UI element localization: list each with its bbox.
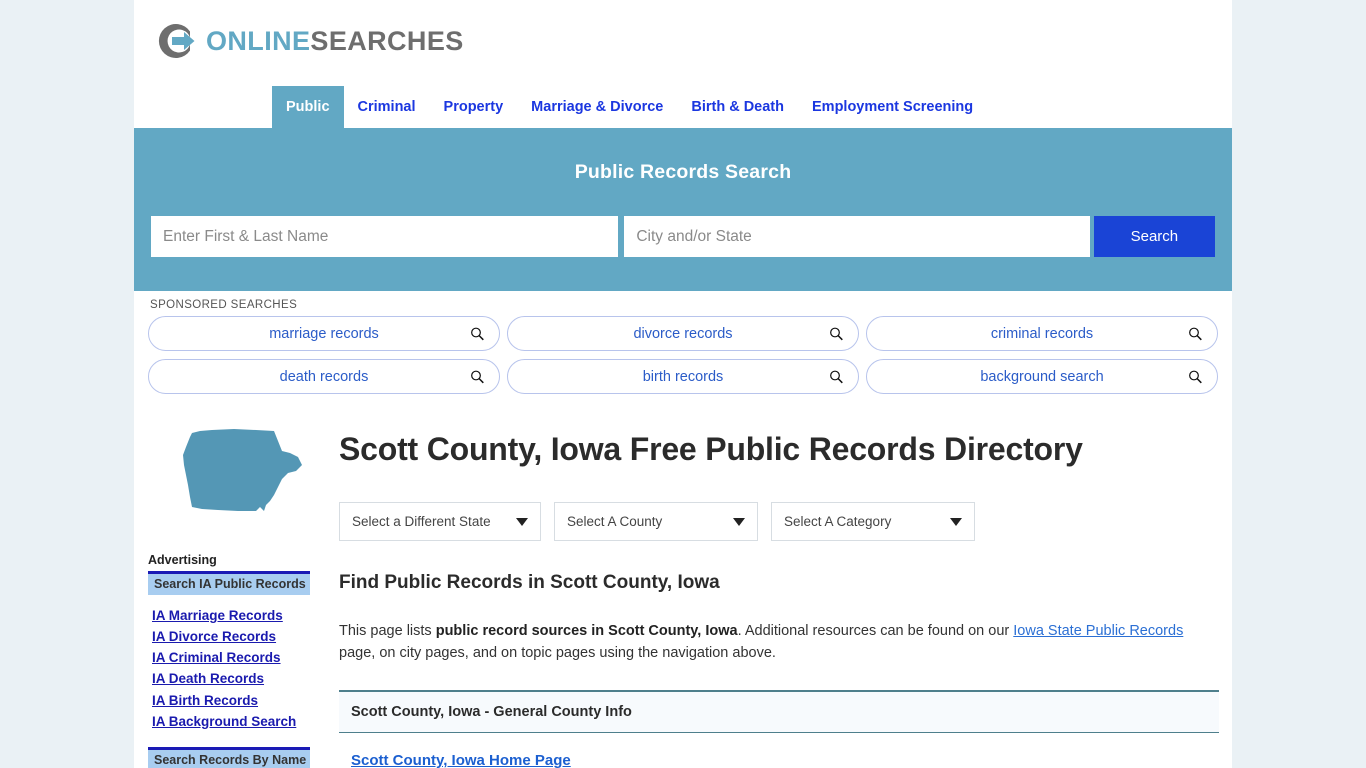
sidebar-item-ia-divorce-records[interactable]: IA Divorce Records <box>152 627 310 646</box>
sidebar-item-ia-marriage-records[interactable]: IA Marriage Records <box>152 606 310 625</box>
filter-dropdowns: Select a Different State Select A County… <box>339 502 975 541</box>
county-select-value: Select A County <box>567 514 663 529</box>
page-root: ONLINESEARCHES Public Criminal Property … <box>0 0 1366 768</box>
location-search-input[interactable] <box>624 216 1090 257</box>
site-logo[interactable]: ONLINESEARCHES <box>154 18 464 64</box>
sponsored-pill-marriage-records[interactable]: marriage records <box>148 316 500 351</box>
name-search-input[interactable] <box>151 216 619 257</box>
content-container: ONLINESEARCHES Public Criminal Property … <box>134 0 1232 768</box>
sidebar-item-ia-background-search[interactable]: IA Background Search <box>152 712 310 731</box>
iowa-state-public-records-link[interactable]: Iowa State Public Records <box>1013 623 1183 639</box>
sponsored-pill-label: birth records <box>642 368 724 385</box>
sponsored-pill-birth-records[interactable]: birth records <box>507 359 859 394</box>
iowa-state-outline-icon <box>183 429 302 511</box>
advertising-sidebar: Advertising Search IA Public Records IA … <box>148 553 310 768</box>
sponsored-pill-criminal-records[interactable]: criminal records <box>866 316 1218 351</box>
chevron-down-icon <box>516 517 528 526</box>
sidebar-link-list: IA Marriage Records IA Divorce Records I… <box>148 606 310 731</box>
sidebar-header-search-records-by-name: Search Records By Name <box>148 746 310 768</box>
result-link-county-home-page[interactable]: Scott County, Iowa Home Page <box>339 752 571 768</box>
sponsored-pill-label: criminal records <box>990 325 1094 342</box>
chevron-down-icon <box>733 517 745 526</box>
state-select-value: Select a Different State <box>352 514 491 529</box>
tab-criminal[interactable]: Criminal <box>344 86 430 128</box>
sponsored-searches-label: SPONSORED SEARCHES <box>150 299 298 311</box>
section-header-general-county-info: Scott County, Iowa - General County Info <box>339 690 1219 734</box>
sponsored-pill-label: divorce records <box>633 325 733 342</box>
sidebar-item-ia-death-records[interactable]: IA Death Records <box>152 669 310 688</box>
tab-property[interactable]: Property <box>430 86 518 128</box>
county-select[interactable]: Select A County <box>554 502 758 541</box>
sponsored-searches-section: SPONSORED SEARCHES marriage records divo… <box>134 291 1232 400</box>
circular-arrow-icon <box>158 24 195 58</box>
magnifier-icon <box>1189 370 1202 383</box>
category-select[interactable]: Select A Category <box>771 502 975 541</box>
tab-public[interactable]: Public <box>272 86 344 128</box>
state-select[interactable]: Select a Different State <box>339 502 541 541</box>
sponsored-pill-background-search[interactable]: background search <box>866 359 1218 394</box>
sidebar-header-search-ia-public-records: Search IA Public Records <box>148 571 310 595</box>
advertising-label: Advertising <box>148 553 217 567</box>
main-content: Find Public Records in Scott County, Iow… <box>339 572 1219 768</box>
paragraph-bold: public record sources in Scott County, I… <box>435 623 738 639</box>
sponsored-pill-divorce-records[interactable]: divorce records <box>507 316 859 351</box>
tab-marriage-divorce[interactable]: Marriage & Divorce <box>517 86 677 128</box>
search-form: Search <box>151 216 1216 257</box>
sponsored-pill-grid: marriage records divorce records crimina… <box>148 316 1218 394</box>
sidebar-item-ia-birth-records[interactable]: IA Birth Records <box>152 691 310 710</box>
magnifier-icon <box>471 370 484 383</box>
search-button[interactable]: Search <box>1093 216 1216 257</box>
public-records-search-band: Public Records Search Search <box>134 128 1232 291</box>
sponsored-pill-label: background search <box>980 368 1104 385</box>
search-heading: Public Records Search <box>574 161 792 183</box>
sponsored-pill-label: marriage records <box>269 325 379 342</box>
magnifier-icon <box>1189 327 1202 340</box>
main-heading: Find Public Records in Scott County, Iow… <box>339 572 720 593</box>
intro-paragraph: This page lists public record sources in… <box>339 620 1207 664</box>
logo-word-online: ONLINE <box>206 25 311 56</box>
category-select-value: Select A Category <box>784 514 892 529</box>
chevron-down-icon <box>950 517 962 526</box>
logo-word-searches: SEARCHES <box>310 25 464 56</box>
logo-text: ONLINESEARCHES <box>206 25 464 56</box>
paragraph-mid: . Additional resources can be found on o… <box>737 623 1014 639</box>
page-title: Scott County, Iowa Free Public Records D… <box>339 431 1083 467</box>
magnifier-icon <box>830 327 843 340</box>
sponsored-pill-death-records[interactable]: death records <box>148 359 500 394</box>
main-navigation: Public Criminal Property Marriage & Divo… <box>134 86 1232 128</box>
sponsored-pill-label: death records <box>279 368 369 385</box>
sidebar-item-ia-criminal-records[interactable]: IA Criminal Records <box>152 648 310 667</box>
magnifier-icon <box>471 327 484 340</box>
paragraph-tail: page, on city pages, and on topic pages … <box>339 645 776 662</box>
tab-birth-death[interactable]: Birth & Death <box>677 86 798 128</box>
tab-employment-screening[interactable]: Employment Screening <box>798 86 987 128</box>
magnifier-icon <box>830 370 843 383</box>
paragraph-lead: This page lists <box>339 623 436 639</box>
